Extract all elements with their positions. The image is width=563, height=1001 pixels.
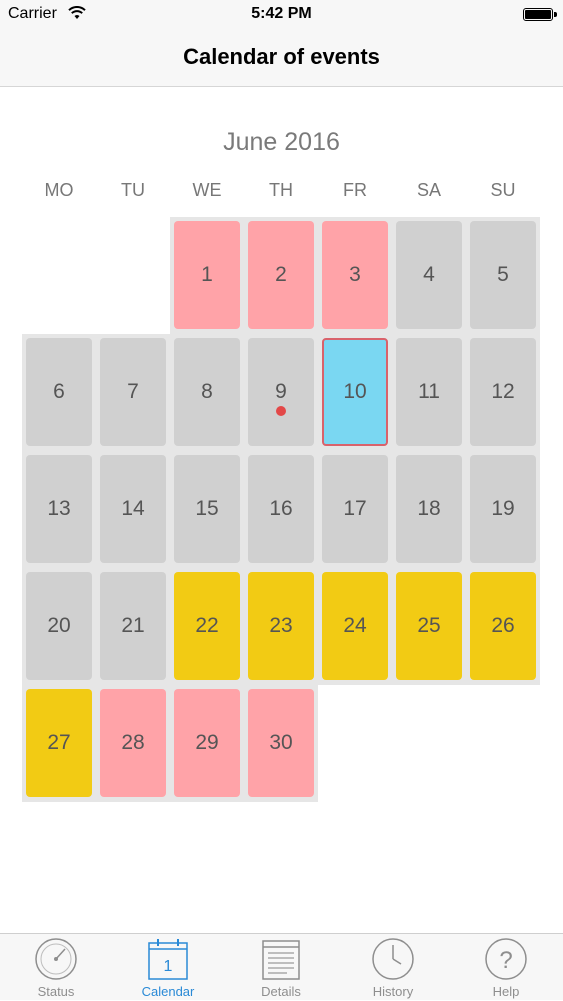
- day-number: 2: [275, 263, 287, 286]
- tab-label: Calendar: [141, 984, 195, 999]
- day-number: 12: [491, 380, 515, 403]
- document-icon: [262, 940, 300, 980]
- day-number: 3: [349, 263, 361, 286]
- help-icon: ?: [485, 938, 527, 980]
- day-cell[interactable]: 21: [100, 572, 166, 680]
- day-number: 23: [269, 614, 293, 637]
- day-number: 11: [418, 380, 440, 403]
- tab-calendar[interactable]: 1 Calendar: [112, 934, 224, 1001]
- day-number: 20: [47, 614, 71, 637]
- tab-label: Status: [37, 984, 75, 999]
- day-number: 13: [47, 497, 71, 520]
- day-cell[interactable]: 22: [174, 572, 240, 680]
- day-number: 24: [343, 614, 367, 637]
- calendar-icon-text: 1: [164, 958, 173, 975]
- day-cell[interactable]: 7: [100, 338, 166, 446]
- day-number: 30: [269, 731, 293, 754]
- day-cell[interactable]: 24: [322, 572, 388, 680]
- day-number: 4: [423, 263, 435, 286]
- tab-help[interactable]: ? Help: [450, 934, 562, 1001]
- day-cell[interactable]: 28: [100, 689, 166, 797]
- day-cell[interactable]: 12: [470, 338, 536, 446]
- day-cell[interactable]: 1: [174, 221, 240, 329]
- calendar-icon: 1: [148, 939, 188, 980]
- day-cell[interactable]: 4: [396, 221, 462, 329]
- svg-text:?: ?: [499, 947, 512, 974]
- day-cell[interactable]: 6: [26, 338, 92, 446]
- day-cell[interactable]: 17: [322, 455, 388, 563]
- day-number: 29: [195, 731, 219, 754]
- day-number: 18: [417, 497, 441, 520]
- tab-label: History: [372, 984, 414, 999]
- clock-icon: [372, 938, 414, 980]
- day-cell[interactable]: 8: [174, 338, 240, 446]
- day-number: 14: [121, 497, 145, 520]
- day-cell[interactable]: 3: [322, 221, 388, 329]
- day-number: 1: [201, 263, 213, 286]
- day-number: 17: [343, 497, 367, 520]
- day-cell[interactable]: 30: [248, 689, 314, 797]
- day-number: 5: [497, 263, 509, 286]
- day-cell[interactable]: 27: [26, 689, 92, 797]
- day-cell[interactable]: 13: [26, 455, 92, 563]
- calendar-grid: 1 2 3 4 5 6 7 8 9 10 11 12 13 14 15 16 17 18 19 20 21 22 23 24 2…: [0, 0, 563, 1000]
- event-dot-icon: [276, 406, 286, 416]
- day-cell[interactable]: 18: [396, 455, 462, 563]
- day-cell[interactable]: 25: [396, 572, 462, 680]
- day-cell[interactable]: 14: [100, 455, 166, 563]
- tab-status[interactable]: Status: [0, 934, 112, 1001]
- day-cell[interactable]: 5: [470, 221, 536, 329]
- tab-label: Help: [492, 984, 520, 999]
- day-number: 6: [53, 380, 65, 403]
- day-number: 19: [491, 497, 515, 520]
- tab-label: Details: [261, 984, 301, 999]
- day-cell[interactable]: 29: [174, 689, 240, 797]
- tab-bar: Status 1 Calendar Details History ? Help: [0, 933, 563, 1000]
- day-cell[interactable]: 10: [322, 338, 388, 446]
- day-cell[interactable]: 9: [248, 338, 314, 446]
- day-number: 15: [195, 497, 219, 520]
- day-number: 7: [127, 380, 139, 403]
- tab-history[interactable]: History: [337, 934, 449, 1001]
- day-number: 9: [275, 380, 287, 403]
- day-number: 22: [195, 614, 219, 637]
- day-number: 16: [269, 497, 293, 520]
- day-cell[interactable]: 23: [248, 572, 314, 680]
- day-number: 21: [121, 614, 145, 637]
- day-number: 27: [47, 731, 71, 754]
- gauge-icon: [35, 938, 77, 980]
- day-number: 8: [201, 380, 213, 403]
- day-cell[interactable]: 19: [470, 455, 536, 563]
- day-cell[interactable]: 15: [174, 455, 240, 563]
- day-number: 28: [121, 731, 145, 754]
- day-cell[interactable]: 11: [396, 338, 462, 446]
- day-number: 26: [491, 614, 515, 637]
- day-cell[interactable]: 2: [248, 221, 314, 329]
- day-number: 10: [343, 380, 367, 403]
- day-cell[interactable]: 26: [470, 572, 536, 680]
- day-number: 25: [417, 614, 441, 637]
- day-cell[interactable]: 20: [26, 572, 92, 680]
- day-cell[interactable]: 16: [248, 455, 314, 563]
- tab-details[interactable]: Details: [225, 934, 337, 1001]
